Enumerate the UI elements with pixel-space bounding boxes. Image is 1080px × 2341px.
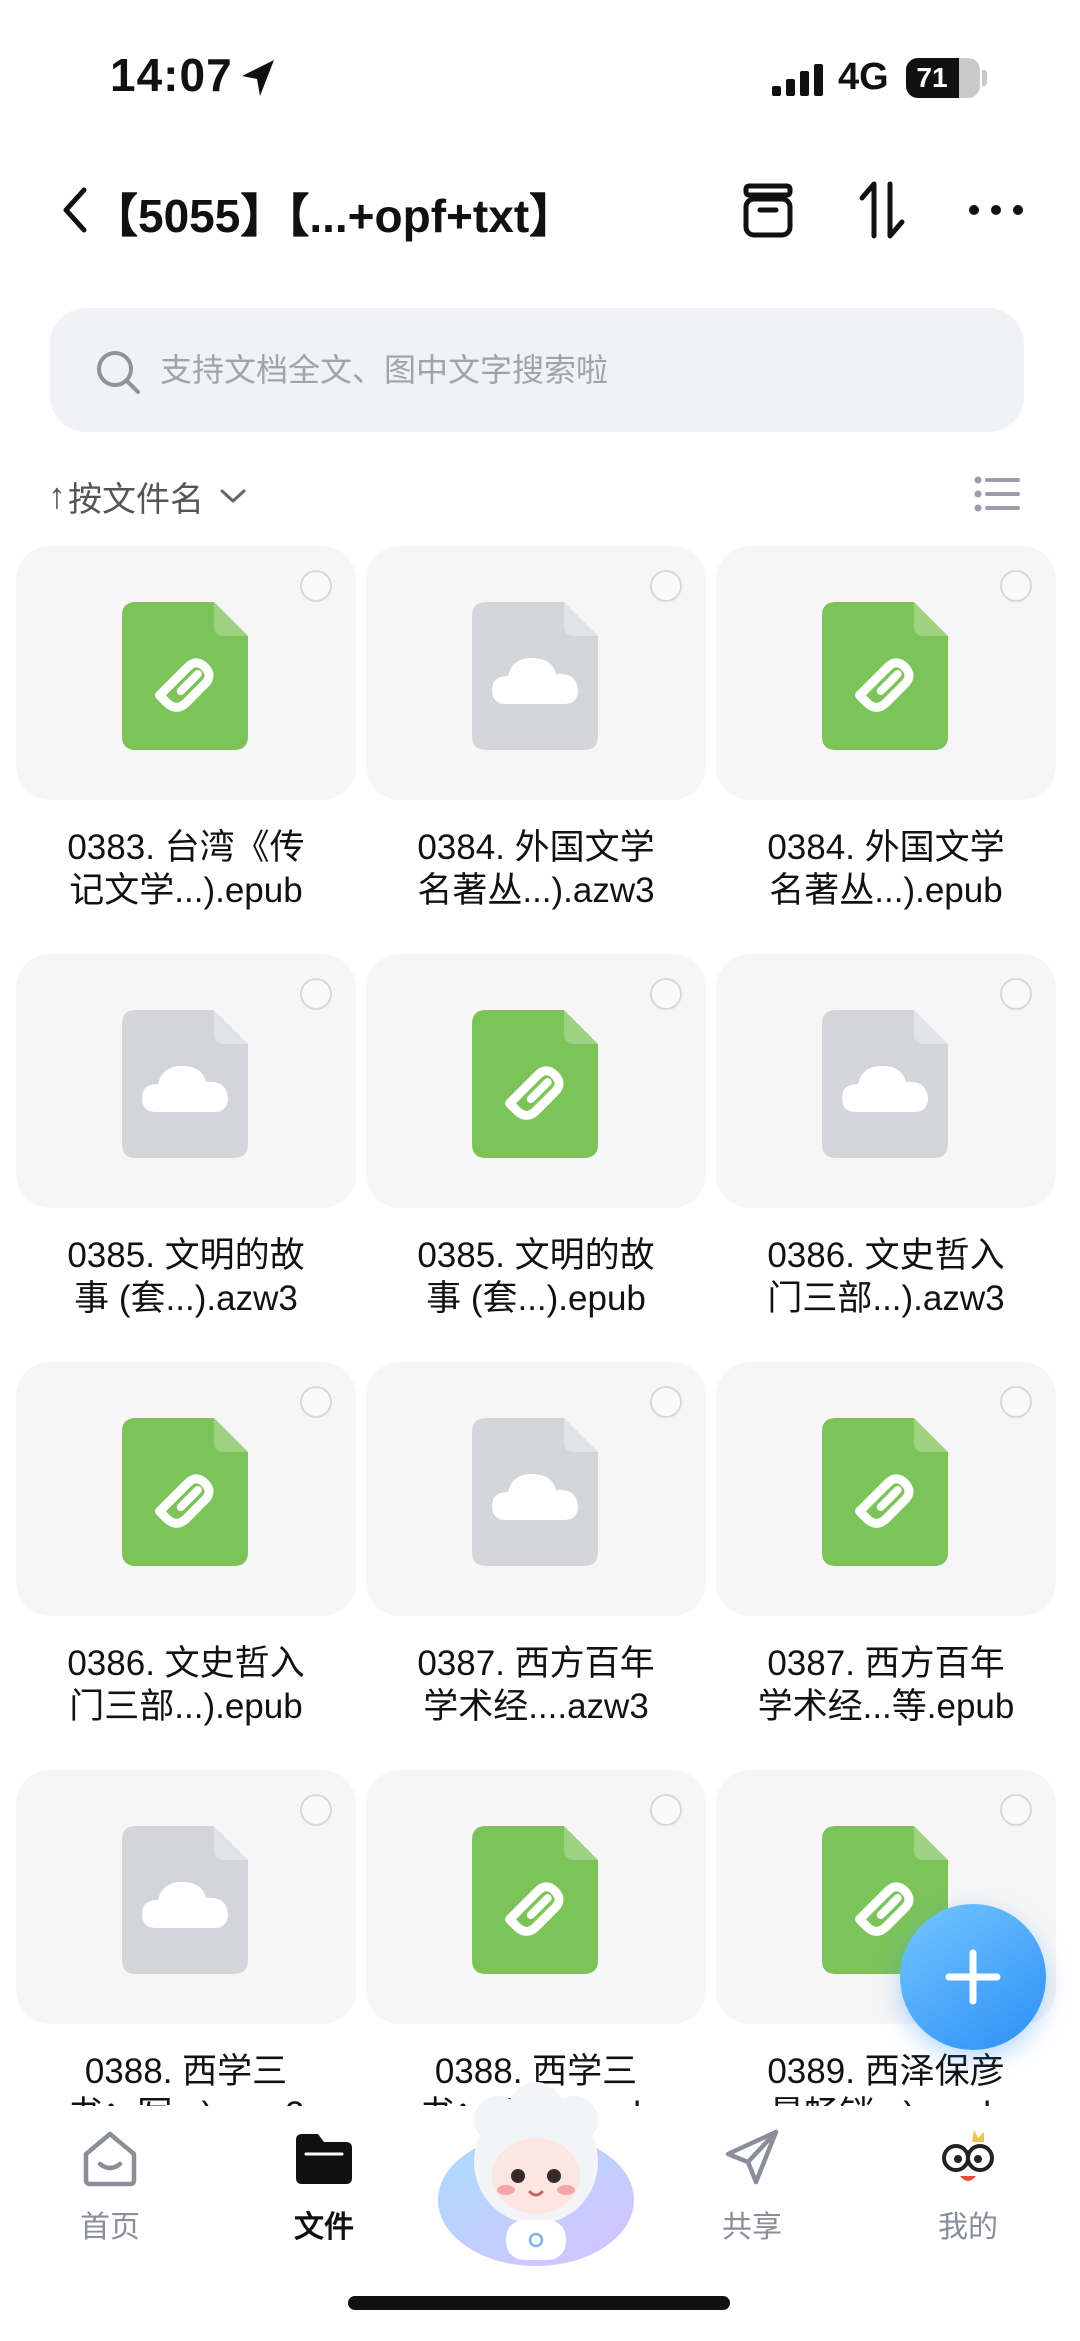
file-name: 0387. 西方百年 学术经...等.epub <box>757 1644 1015 1726</box>
select-checkbox[interactable] <box>1000 978 1032 1010</box>
epub-file-icon <box>822 602 948 750</box>
file-thumbnail <box>716 1362 1056 1616</box>
status-time: 14:07 <box>110 49 233 101</box>
header-bar: 【5055】【...+opf+txt】 <box>0 160 1080 260</box>
home-icon <box>83 2131 137 2187</box>
page-title: 【5055】【...+opf+txt】 <box>92 190 576 242</box>
epub-file-icon <box>472 1010 598 1158</box>
file-thumbnail <box>716 546 1056 800</box>
file-card[interactable]: 0388. 西学三书：写...).azw3 <box>16 1770 356 2106</box>
select-checkbox[interactable] <box>300 978 332 1010</box>
signal-icon <box>772 64 823 96</box>
file-card[interactable]: 0387. 西方百年 学术经...等.epub <box>716 1362 1056 1728</box>
file-card[interactable]: 0388. 西学三书：写...).epub <box>366 1770 706 2106</box>
epub-file-icon <box>122 1418 248 1566</box>
chevron-down-icon <box>220 489 246 503</box>
nav-me[interactable]: 我的 <box>898 2124 1038 2246</box>
file-card[interactable]: 0384. 外国文学 名著丛...).azw3 <box>366 546 706 912</box>
file-thumbnail <box>366 1362 706 1616</box>
battery-cap <box>982 70 987 86</box>
share-send-icon <box>725 2129 779 2185</box>
nav-home[interactable]: 首页 <box>40 2124 180 2246</box>
file-thumbnail <box>366 1770 706 2024</box>
file-name: 0389. 西泽保彦最畅销...).epub <box>767 2052 1005 2106</box>
search-icon <box>97 351 140 394</box>
cloud-file-icon <box>122 1826 248 1974</box>
nav-files-label: 文件 <box>294 2211 354 2244</box>
file-thumbnail <box>16 1362 356 1616</box>
location-arrow-icon <box>242 60 274 96</box>
file-name: 0383. 台湾《传 记文学...).epub <box>67 828 305 910</box>
add-button[interactable] <box>900 1904 1046 2050</box>
select-checkbox[interactable] <box>650 1794 682 1826</box>
select-checkbox[interactable] <box>300 570 332 602</box>
cloud-file-icon <box>822 1010 948 1158</box>
file-grid: 0383. 台湾《传 记文学...).epub 0384. 外国文学 名著丛...)… <box>0 546 1080 2106</box>
file-thumbnail <box>366 546 706 800</box>
bottom-nav: 首页 文件 共享 我的 <box>0 2082 1080 2341</box>
file-card[interactable]: 0383. 台湾《传 记文学...).epub <box>16 546 356 912</box>
file-card[interactable]: 0387. 西方百年 学术经....azw3 <box>366 1362 706 1728</box>
folder-icon <box>296 2134 352 2184</box>
battery-level: 71 <box>916 62 948 93</box>
plus-icon <box>945 1949 1001 2005</box>
file-name: 0385. 文明的故事 (套...).epub <box>417 1236 655 1318</box>
file-thumbnail <box>16 954 356 1208</box>
profile-character-icon <box>942 2130 994 2181</box>
file-thumbnail <box>16 1770 356 2024</box>
select-checkbox[interactable] <box>1000 1386 1032 1418</box>
battery-indicator: 71 <box>906 58 980 98</box>
file-card[interactable]: 0385. 文明的故事 (套...).azw3 <box>16 954 356 1320</box>
file-name: 0387. 西方百年 学术经....azw3 <box>417 1644 655 1726</box>
file-thumbnail <box>16 546 356 800</box>
nav-me-label: 我的 <box>938 2211 998 2244</box>
file-name: 0384. 外国文学 名著丛...).epub <box>767 828 1005 910</box>
select-checkbox[interactable] <box>1000 1794 1032 1826</box>
select-checkbox[interactable] <box>650 978 682 1010</box>
network-type: 4G <box>838 56 889 98</box>
archive-box-icon[interactable] <box>740 180 796 240</box>
sort-arrows-icon[interactable] <box>854 178 910 242</box>
select-checkbox[interactable] <box>650 1386 682 1418</box>
cloud-file-icon <box>122 1010 248 1158</box>
more-options-icon[interactable] <box>966 196 1026 224</box>
nav-files[interactable]: 文件 <box>254 2124 394 2246</box>
select-checkbox[interactable] <box>650 570 682 602</box>
mascot-avatar[interactable] <box>436 2080 636 2270</box>
file-name: 0385. 文明的故事 (套...).azw3 <box>67 1236 305 1318</box>
epub-file-icon <box>122 602 248 750</box>
select-checkbox[interactable] <box>300 1794 332 1826</box>
cloud-file-icon <box>472 602 598 750</box>
back-chevron-icon[interactable] <box>56 182 96 238</box>
file-name: 0384. 外国文学 名著丛...).azw3 <box>417 828 655 910</box>
nav-share-label: 共享 <box>722 2211 782 2244</box>
sort-selector[interactable]: ↑ 按文件名 <box>48 468 248 524</box>
search-bar[interactable] <box>50 308 1024 432</box>
select-checkbox[interactable] <box>1000 570 1032 602</box>
file-card[interactable]: 0385. 文明的故事 (套...).epub <box>366 954 706 1320</box>
file-name: 0388. 西学三书：写...).azw3 <box>67 2052 304 2106</box>
nav-home-label: 首页 <box>80 2211 140 2244</box>
list-view-icon[interactable] <box>974 474 1020 514</box>
file-card[interactable]: 0384. 外国文学 名著丛...).epub <box>716 546 1056 912</box>
sort-direction-icon: ↑ <box>48 475 66 516</box>
epub-file-icon <box>472 1826 598 1974</box>
file-card[interactable]: 0386. 文史哲入 门三部...).azw3 <box>716 954 1056 1320</box>
epub-file-icon <box>822 1418 948 1566</box>
cloud-file-icon <box>472 1418 598 1566</box>
nav-share[interactable]: 共享 <box>682 2124 822 2246</box>
file-name: 0386. 文史哲入 门三部...).epub <box>67 1644 305 1726</box>
file-card[interactable]: 0386. 文史哲入 门三部...).epub <box>16 1362 356 1728</box>
status-bar: 14:07 4G 71 <box>0 0 1080 150</box>
home-indicator <box>348 2296 730 2310</box>
file-thumbnail <box>716 954 1056 1208</box>
sort-label: 按文件名 <box>68 480 204 519</box>
file-name: 0386. 文史哲入 门三部...).azw3 <box>767 1236 1005 1318</box>
select-checkbox[interactable] <box>300 1386 332 1418</box>
file-thumbnail <box>366 954 706 1208</box>
search-input[interactable] <box>160 338 980 402</box>
